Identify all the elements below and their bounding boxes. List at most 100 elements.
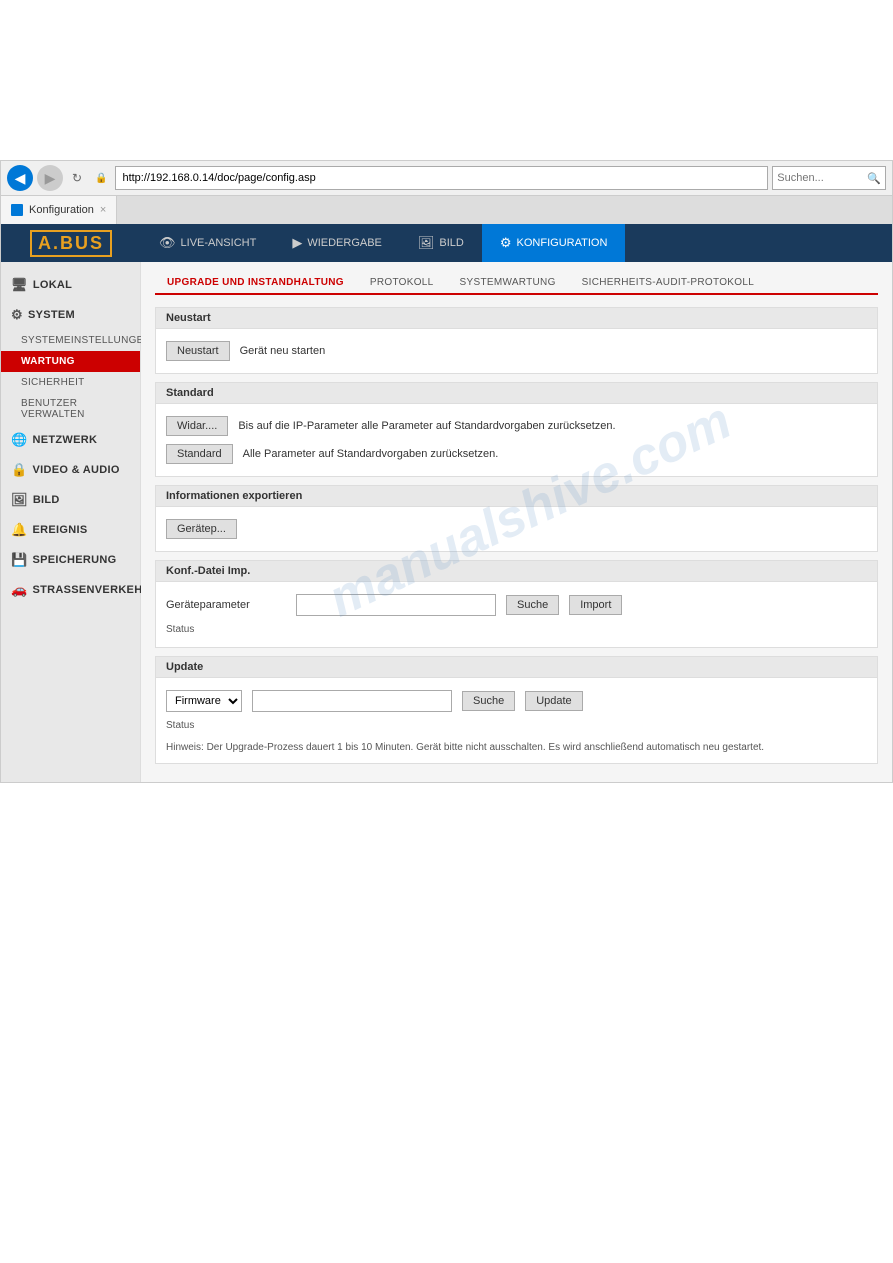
sidebar-label-lokal: LOKAL	[33, 279, 72, 291]
konf-datei-header: Konf.-Datei Imp.	[156, 561, 877, 582]
netzwerk-icon: 🌐	[11, 432, 28, 448]
widar-row: Widar.... Bis auf die IP-Parameter alle …	[166, 412, 867, 440]
sidebar-sub-wartung[interactable]: WARTUNG	[1, 351, 140, 372]
tab-upgrade-label: UPGRADE UND INSTANDHALTUNG	[167, 277, 344, 288]
nav-item-image[interactable]: 🖼 BILD	[400, 224, 482, 262]
nav-label-image: BILD	[439, 237, 463, 249]
update-suche-button[interactable]: Suche	[462, 691, 515, 711]
sidebar-label-sicherheit: SICHERHEIT	[21, 377, 85, 388]
standard-header: Standard	[156, 383, 877, 404]
standard-body: Widar.... Bis auf die IP-Parameter alle …	[156, 404, 877, 476]
neustart-section: Neustart Neustart Gerät neu starten	[155, 307, 878, 374]
speicherung-icon: 💾	[11, 552, 28, 568]
sidebar-item-bild[interactable]: 🖼 BILD	[1, 485, 140, 515]
update-status-label: Status	[166, 720, 194, 731]
tab-protokoll-label: PROTOKOLL	[370, 277, 434, 288]
neustart-row: Neustart Gerät neu starten	[166, 337, 867, 365]
konf-datei-title: Konf.-Datei Imp.	[166, 565, 250, 577]
update-title: Update	[166, 661, 203, 673]
sidebar-item-strassenverkehr[interactable]: 🚗 STRASSENVERKEHR	[1, 575, 140, 605]
nav-items: 👁 LIVE-ANSICHT ▶ WIEDERGABE 🖼 BILD ⚙ KON…	[141, 224, 892, 262]
geraeteparameter-row: Geräteparameter Suche Import	[166, 590, 867, 620]
konf-datei-body: Geräteparameter Suche Import Status	[156, 582, 877, 647]
tab-close-button[interactable]: ×	[100, 204, 106, 216]
sidebar-label-speicherung: SPEICHERUNG	[33, 554, 117, 566]
live-icon: 👁	[159, 235, 176, 251]
neustart-description: Gerät neu starten	[240, 345, 867, 357]
nav-label-live: LIVE-ANSICHT	[181, 237, 257, 249]
sidebar-item-netzwerk[interactable]: 🌐 NETZWERK	[1, 425, 140, 455]
update-section: Update Firmware Suche Update Status	[155, 656, 878, 764]
content-area: 🖥 LOKAL ⚙ SYSTEM SYSTEMEINSTELLUNGEN WAR…	[1, 262, 892, 782]
update-file-input[interactable]	[252, 690, 452, 712]
system-icon: ⚙	[11, 307, 23, 323]
logo: A.BUS	[30, 230, 112, 257]
tab-systemwartung-label: SYSTEMWARTUNG	[460, 277, 556, 288]
tab-sicherheitsaudit[interactable]: SICHERHEITS-AUDIT-PROTOKOLL	[570, 272, 766, 295]
tab-protokoll[interactable]: PROTOKOLL	[358, 272, 446, 295]
standard-button[interactable]: Standard	[166, 444, 233, 464]
sidebar-item-video[interactable]: 🔒 VIDEO & AUDIO	[1, 455, 140, 485]
sidebar-label-wartung: WARTUNG	[21, 356, 75, 367]
sidebar-sub-systemeinstellungen[interactable]: SYSTEMEINSTELLUNGEN	[1, 330, 140, 351]
video-icon: 🔒	[11, 462, 28, 478]
update-row: Firmware Suche Update	[166, 686, 867, 716]
sidebar-item-ereignis[interactable]: 🔔 EREIGNIS	[1, 515, 140, 545]
sidebar-sub-benutzer[interactable]: BENUTZER VERWALTEN	[1, 393, 140, 425]
update-status-row: Status	[166, 716, 867, 735]
info-export-header: Informationen exportieren	[156, 486, 877, 507]
sidebar-label-system: SYSTEM	[28, 309, 75, 321]
info-export-body: Gerätep...	[156, 507, 877, 551]
bild-icon: 🖼	[11, 492, 28, 508]
tab-systemwartung[interactable]: SYSTEMWARTUNG	[448, 272, 568, 295]
sidebar-label-strassenverkehr: STRASSENVERKEHR	[33, 584, 151, 596]
geraetep-button[interactable]: Gerätep...	[166, 519, 237, 539]
image-icon: 🖼	[418, 235, 435, 251]
tab-bar: Konfiguration ×	[0, 196, 893, 224]
neustart-button[interactable]: Neustart	[166, 341, 230, 361]
sidebar-item-lokal[interactable]: 🖥 LOKAL	[1, 270, 140, 300]
nav-item-live[interactable]: 👁 LIVE-ANSICHT	[141, 224, 274, 262]
nav-label-config: KONFIGURATION	[517, 237, 608, 249]
update-type-select[interactable]: Firmware	[166, 690, 242, 712]
standard-section: Standard Widar.... Bis auf die IP-Parame…	[155, 382, 878, 477]
info-export-title: Informationen exportieren	[166, 490, 302, 502]
sidebar-item-speicherung[interactable]: 💾 SPEICHERUNG	[1, 545, 140, 575]
nav-label-playback: WIEDERGABE	[307, 237, 382, 249]
tab-title: Konfiguration	[29, 204, 94, 216]
main-panel: UPGRADE UND INSTANDHALTUNG PROTOKOLL SYS…	[141, 262, 892, 782]
top-navigation: A.BUS 👁 LIVE-ANSICHT ▶ WIEDERGABE 🖼 BILD…	[1, 224, 892, 262]
sidebar: 🖥 LOKAL ⚙ SYSTEM SYSTEMEINSTELLUNGEN WAR…	[1, 262, 141, 782]
tab-sicherheitsaudit-label: SICHERHEITS-AUDIT-PROTOKOLL	[582, 277, 754, 288]
browser-tab[interactable]: Konfiguration ×	[1, 196, 117, 224]
sidebar-label-systemeinstellungen: SYSTEMEINSTELLUNGEN	[21, 335, 151, 346]
neustart-title: Neustart	[166, 312, 211, 324]
konf-status-row: Status	[166, 620, 867, 639]
browser-toolbar: ◀ ▶ ↻ 🔒 🔍	[0, 160, 893, 196]
info-export-row: Gerätep...	[166, 515, 867, 543]
geraeteparameter-label: Geräteparameter	[166, 599, 286, 611]
geraeteparameter-input[interactable]	[296, 594, 496, 616]
sidebar-item-system[interactable]: ⚙ SYSTEM	[1, 300, 140, 330]
back-button[interactable]: ◀	[7, 165, 33, 191]
sidebar-label-bild: BILD	[33, 494, 60, 506]
app-container: A.BUS 👁 LIVE-ANSICHT ▶ WIEDERGABE 🖼 BILD…	[0, 224, 893, 783]
widar-button[interactable]: Widar....	[166, 416, 228, 436]
konf-suche-button[interactable]: Suche	[506, 595, 559, 615]
sidebar-sub-sicherheit[interactable]: SICHERHEIT	[1, 372, 140, 393]
search-area: 🔍	[772, 166, 886, 190]
lokal-icon: 🖥	[11, 277, 28, 293]
browser-search-input[interactable]	[777, 172, 867, 184]
search-icon: 🔍	[867, 172, 881, 185]
nav-item-config[interactable]: ⚙ KONFIGURATION	[482, 224, 626, 262]
update-header: Update	[156, 657, 877, 678]
konf-import-button[interactable]: Import	[569, 595, 622, 615]
refresh-button[interactable]: ↻	[67, 168, 87, 188]
forward-button: ▶	[37, 165, 63, 191]
update-button[interactable]: Update	[525, 691, 582, 711]
standard-description: Alle Parameter auf Standardvorgaben zurü…	[243, 448, 867, 460]
neustart-body: Neustart Gerät neu starten	[156, 329, 877, 373]
url-bar[interactable]	[115, 166, 768, 190]
nav-item-playback[interactable]: ▶ WIEDERGABE	[274, 224, 400, 262]
tab-upgrade[interactable]: UPGRADE UND INSTANDHALTUNG	[155, 272, 356, 295]
